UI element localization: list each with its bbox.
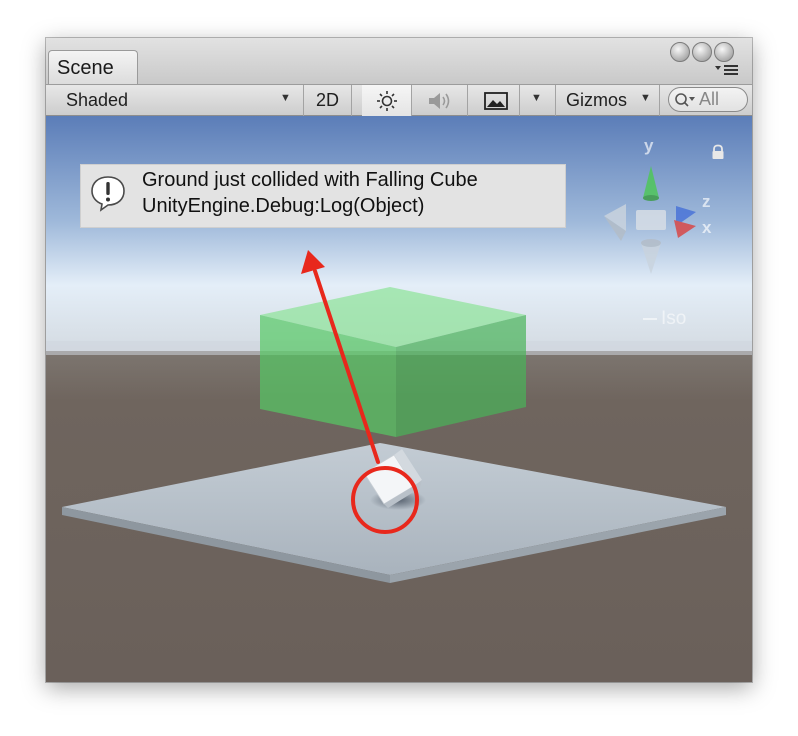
speaker-icon — [429, 93, 450, 109]
search-input[interactable]: All — [668, 87, 748, 112]
window-titlebar: Scene — [46, 38, 752, 84]
scene-audio-toggle[interactable] — [412, 85, 468, 116]
window-button-close[interactable] — [670, 42, 690, 62]
console-stack-trace: UnityEngine.Debug:Log(Object) — [142, 195, 425, 217]
gizmo-axis-y: y — [644, 136, 654, 155]
gizmo-axis-x: x — [702, 218, 712, 237]
2d-toggle-button[interactable]: 2D — [304, 85, 352, 116]
search-placeholder: All — [699, 89, 720, 109]
scene-window: Scene Shaded ▼ 2D ▼ Gizmos ▼ All y z x I… — [46, 38, 752, 682]
2d-toggle-label: 2D — [316, 90, 340, 110]
chevron-down-icon: ▼ — [531, 92, 542, 104]
window-button-maximize[interactable] — [714, 42, 734, 62]
tab-scene-label: Scene — [57, 57, 114, 79]
window-button-minimize[interactable] — [692, 42, 712, 62]
lock-icon[interactable] — [710, 144, 726, 160]
image-icon — [484, 92, 508, 110]
chevron-down-icon: ▼ — [280, 92, 291, 104]
tab-scene[interactable]: Scene — [48, 50, 138, 84]
projection-label[interactable]: Iso — [643, 308, 686, 330]
projection-text: Iso — [661, 308, 687, 329]
gizmos-dropdown[interactable]: Gizmos ▼ — [556, 85, 660, 116]
trigger-box[interactable] — [260, 287, 526, 437]
console-message-bubble[interactable]: Ground just collided with Falling Cube U… — [80, 164, 566, 228]
gizmo-axis-z: z — [702, 192, 711, 211]
gizmos-label: Gizmos — [566, 90, 628, 110]
console-message-text: Ground just collided with Falling Cube — [142, 169, 478, 191]
scene-effects-toggle[interactable] — [468, 85, 520, 116]
shading-mode-label: Shaded — [66, 90, 129, 110]
search-icon — [675, 93, 695, 107]
scene-viewport[interactable]: y z x Iso Ground just collided with Fall… — [46, 116, 752, 682]
shading-mode-dropdown[interactable]: Shaded ▼ — [46, 85, 304, 116]
info-icon — [91, 176, 125, 212]
scene-lighting-toggle[interactable] — [362, 85, 412, 116]
scene-toolbar: Shaded ▼ 2D ▼ Gizmos ▼ All — [46, 84, 752, 116]
panel-menu-icon[interactable] — [714, 62, 740, 78]
chevron-down-icon: ▼ — [640, 92, 651, 104]
sun-icon — [377, 91, 397, 111]
scene-effects-dropdown[interactable]: ▼ — [520, 85, 556, 116]
